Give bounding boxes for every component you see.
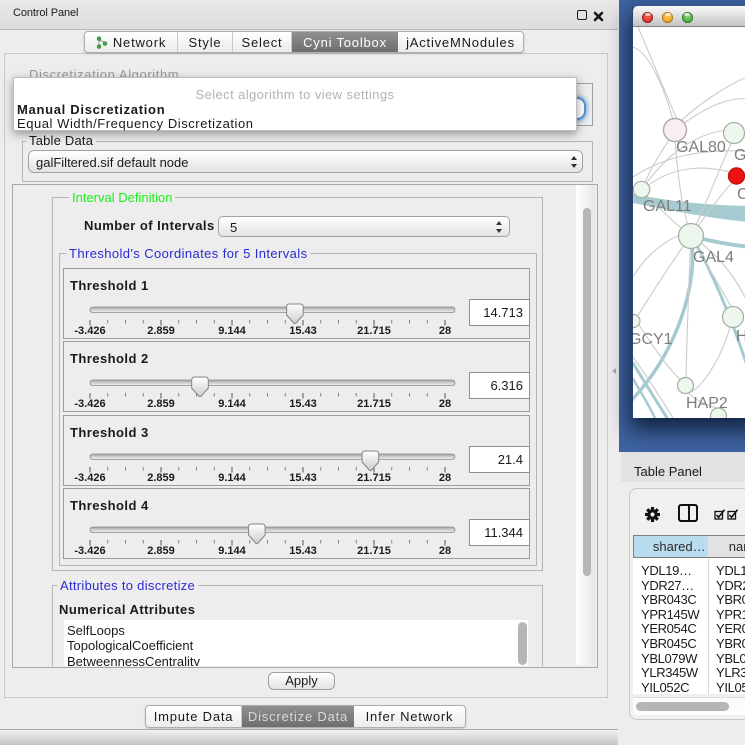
svg-text:9.144: 9.144 (218, 398, 246, 410)
svg-text:21.715: 21.715 (357, 398, 391, 410)
svg-text:28: 28 (439, 325, 451, 337)
svg-text:9.144: 9.144 (218, 325, 246, 337)
svg-text:GCY1: GCY1 (633, 331, 673, 348)
svg-text:15.43: 15.43 (289, 545, 317, 557)
svg-text:15.43: 15.43 (289, 398, 317, 410)
svg-text:GAL4: GAL4 (693, 249, 734, 266)
svg-text:15.43: 15.43 (289, 325, 317, 337)
svg-text:21.715: 21.715 (357, 472, 391, 484)
svg-text:2.859: 2.859 (147, 325, 175, 337)
svg-text:C: C (737, 186, 745, 203)
svg-text:2.859: 2.859 (147, 545, 175, 557)
svg-text:GAL7: GAL7 (734, 147, 745, 164)
svg-text:-3.426: -3.426 (74, 472, 105, 484)
svg-text:-3.426: -3.426 (74, 325, 105, 337)
svg-text:21.715: 21.715 (357, 325, 391, 337)
svg-text:21.715: 21.715 (357, 545, 391, 557)
svg-text:-3.426: -3.426 (74, 545, 105, 557)
svg-text:2.859: 2.859 (147, 472, 175, 484)
svg-text:-3.426: -3.426 (74, 398, 105, 410)
svg-text:9.144: 9.144 (218, 545, 246, 557)
svg-text:9.144: 9.144 (218, 472, 246, 484)
svg-text:HI: HI (736, 328, 745, 345)
svg-text:28: 28 (439, 472, 451, 484)
svg-text:28: 28 (439, 398, 451, 410)
svg-text:2.859: 2.859 (147, 398, 175, 410)
svg-text:GAL80: GAL80 (676, 139, 726, 156)
svg-text:HAP2: HAP2 (686, 395, 728, 412)
svg-text:28: 28 (439, 545, 451, 557)
svg-text:15.43: 15.43 (289, 472, 317, 484)
svg-text:GAL11: GAL11 (643, 198, 692, 215)
